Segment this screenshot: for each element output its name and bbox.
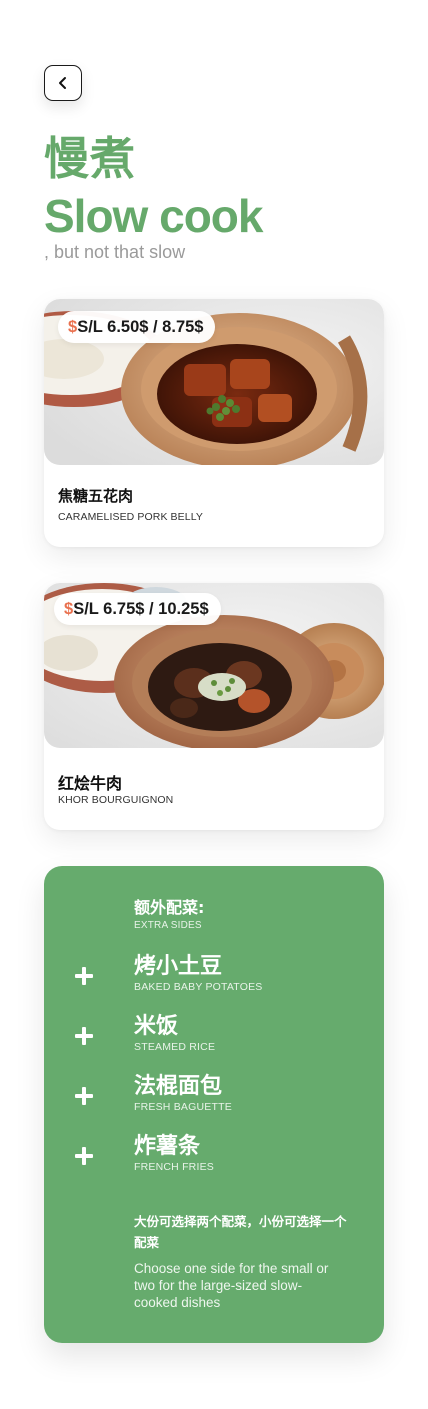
side-item-potatoes[interactable]: 烤小土豆 BAKED BABY POTATOES — [44, 954, 384, 1015]
side-name: BAKED BABY POTATOES — [134, 981, 263, 993]
side-name-chinese: 法棍面包 — [134, 1074, 223, 1099]
sides-note-chinese: 大份可选择两个配菜，小份可选择一个配菜 — [134, 1214, 347, 1250]
side-name-chinese: 米饭 — [134, 1014, 179, 1039]
page-title-chinese: 慢煮 — [44, 132, 137, 185]
side-name-chinese: 炸薯条 — [134, 1134, 201, 1159]
side-name-chinese: 烤小土豆 — [134, 954, 223, 979]
dish-name-chinese: 红烩牛肉 — [58, 774, 123, 793]
sides-note: Choose one side for the small or two for… — [134, 1261, 329, 1310]
price-text: S/L 6.75$ / 10.25$ — [73, 599, 209, 618]
side-name: FRESH BAGUETTE — [134, 1101, 232, 1113]
dish-card-beef[interactable]: $ S/L 6.75$ / 10.25$ 红烩牛肉 KHOR BOURGUIGN… — [44, 583, 384, 830]
dish-name: CARAMELISED PORK BELLY — [58, 511, 203, 523]
page-title: Slow cook — [44, 190, 263, 242]
side-item-fries[interactable]: 炸薯条 FRENCH FRIES — [44, 1134, 384, 1195]
price-currency-symbol: $ — [64, 599, 74, 618]
side-name: FRENCH FRIES — [134, 1161, 214, 1173]
dish-card-pork-belly[interactable]: $ S/L 6.50$ / 8.75$ 焦糖五花肉 CARAMELISED PO… — [44, 299, 384, 547]
side-item-baguette[interactable]: 法棍面包 FRESH BAGUETTE — [44, 1074, 384, 1135]
side-item-rice[interactable]: 米饭 STEAMED RICE — [44, 1014, 384, 1075]
extra-sides-heading-chinese: 额外配菜: — [134, 898, 205, 917]
plus-icon[interactable] — [75, 1027, 93, 1045]
price-badge: $ S/L 6.50$ / 8.75$ — [58, 311, 216, 343]
price-text: S/L 6.50$ / 8.75$ — [77, 317, 204, 336]
back-button[interactable] — [44, 65, 82, 101]
page-subtitle: , but not that slow — [44, 242, 186, 262]
plus-icon[interactable] — [75, 1147, 93, 1165]
extra-sides-heading: EXTRA SIDES — [134, 920, 202, 931]
chevron-left-icon — [59, 77, 66, 89]
price-badge: $ S/L 6.75$ / 10.25$ — [54, 593, 221, 625]
dish-name: KHOR BOURGUIGNON — [58, 794, 174, 806]
plus-icon[interactable] — [75, 967, 93, 985]
dish-name-chinese: 焦糖五花肉 — [58, 487, 134, 505]
extra-sides-panel: 额外配菜: EXTRA SIDES 烤小土豆 BAKED BABY POTATO… — [44, 866, 384, 1343]
plus-icon[interactable] — [75, 1087, 93, 1105]
price-currency-symbol: $ — [68, 317, 78, 336]
side-name: STEAMED RICE — [134, 1041, 216, 1053]
